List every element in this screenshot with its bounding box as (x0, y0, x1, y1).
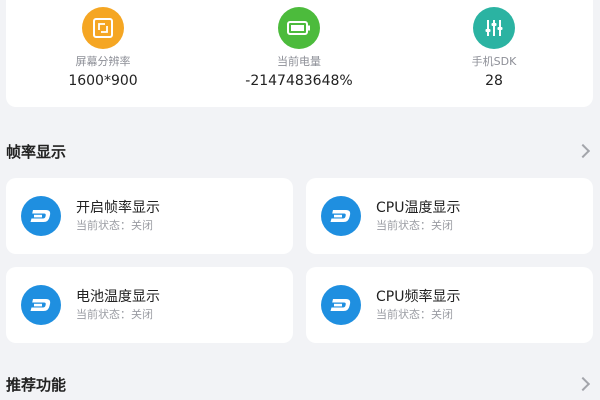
info-label: 当前电量 (277, 55, 321, 68)
info-sdk: 手机SDK 28 (414, 0, 574, 107)
sliders-icon (473, 7, 515, 49)
framerate-section-header[interactable]: 帧率显示 (6, 139, 594, 163)
dash-icon (21, 285, 61, 325)
info-label: 屏幕分辨率 (75, 55, 131, 68)
card-status: 当前状态：关闭 (376, 308, 453, 321)
info-screen-resolution: 屏幕分辨率 1600*900 (23, 0, 183, 107)
info-value: 28 (485, 73, 503, 89)
info-value: -2147483648% (245, 73, 353, 89)
toggle-card-cpu-freq[interactable]: CPU频率显示 当前状态：关闭 (306, 267, 593, 343)
device-info-card: 屏幕分辨率 1600*900 当前电量 -2147483648% 手机SDK 2… (6, 0, 593, 107)
section-title: 帧率显示 (6, 142, 67, 161)
info-label: 手机SDK (471, 55, 517, 68)
chevron-right-icon[interactable] (575, 143, 591, 159)
card-title: CPU温度显示 (376, 200, 461, 216)
screen-resolution-icon (82, 7, 124, 49)
card-title: CPU频率显示 (376, 289, 461, 305)
card-status: 当前状态：关闭 (76, 308, 153, 321)
dash-icon (321, 196, 361, 236)
dash-icon (21, 196, 61, 236)
recommend-section-header[interactable]: 推荐功能 (6, 372, 594, 396)
card-title: 电池温度显示 (76, 289, 160, 305)
toggle-card-framerate[interactable]: 开启帧率显示 当前状态：关闭 (6, 178, 293, 254)
battery-icon (278, 7, 320, 49)
section-title: 推荐功能 (6, 375, 67, 394)
dash-icon (321, 285, 361, 325)
card-title: 开启帧率显示 (76, 200, 160, 216)
chevron-right-icon[interactable] (575, 376, 591, 392)
toggle-card-battery-temp[interactable]: 电池温度显示 当前状态：关闭 (6, 267, 293, 343)
info-value: 1600*900 (68, 73, 138, 89)
card-status: 当前状态：关闭 (76, 219, 153, 232)
toggle-card-cpu-temp[interactable]: CPU温度显示 当前状态：关闭 (306, 178, 593, 254)
card-status: 当前状态：关闭 (376, 219, 453, 232)
info-battery: 当前电量 -2147483648% (219, 0, 379, 107)
